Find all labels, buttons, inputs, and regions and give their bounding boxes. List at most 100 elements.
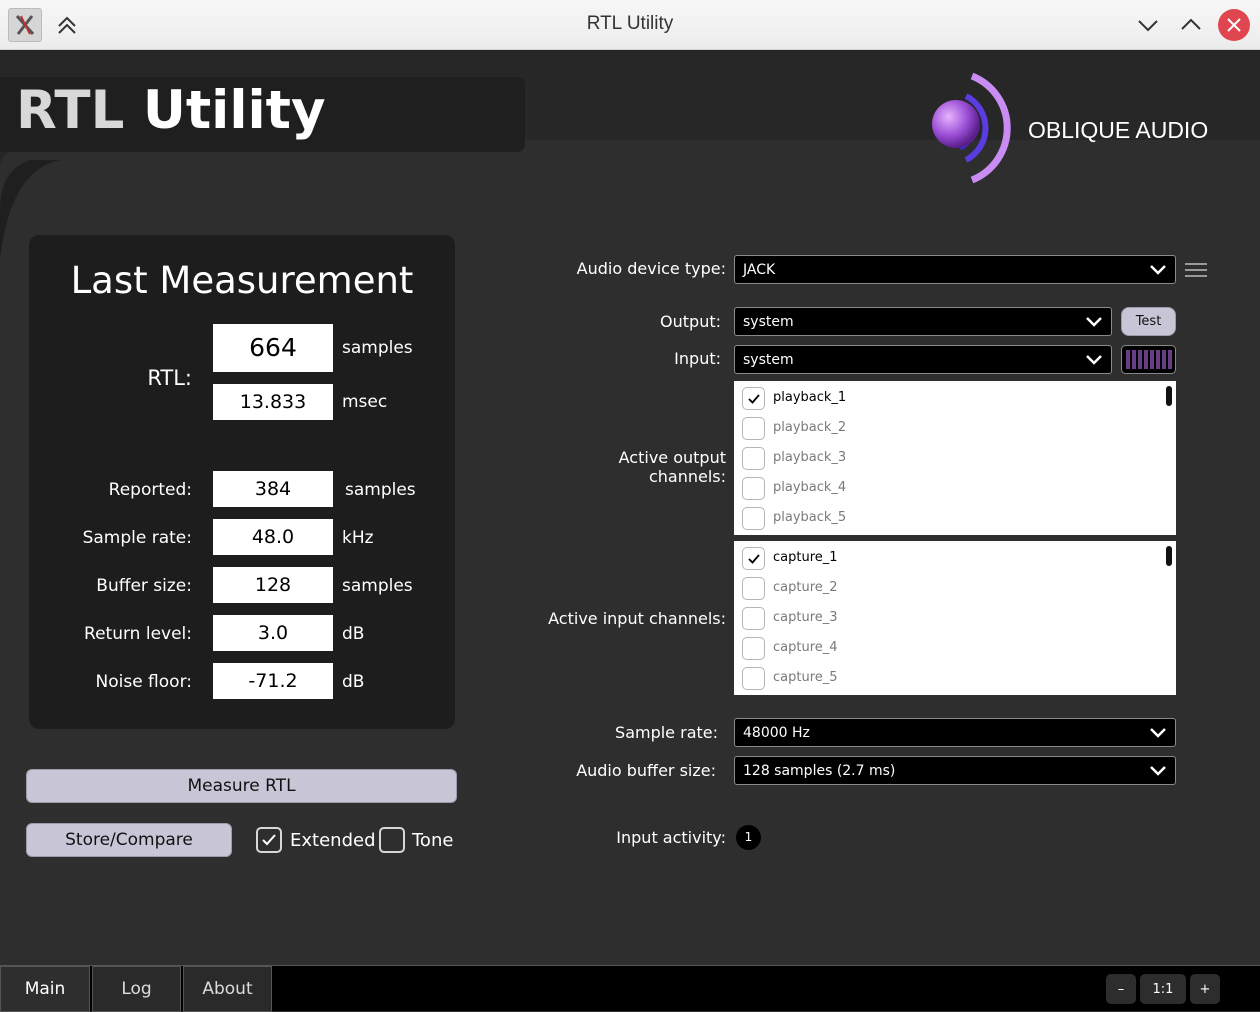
tab-about[interactable]: About bbox=[183, 966, 272, 1012]
close-button[interactable] bbox=[1218, 9, 1250, 41]
list-item[interactable]: capture_3 bbox=[734, 603, 1154, 633]
chevron-down-icon bbox=[1150, 765, 1166, 776]
menu-icon[interactable] bbox=[1185, 261, 1207, 279]
input-activity-label: Input activity: bbox=[616, 828, 726, 847]
oblique-audio-logo bbox=[932, 72, 1011, 184]
checkbox[interactable] bbox=[742, 607, 765, 630]
input-activity-indicator: 1 bbox=[736, 825, 761, 850]
tab-main[interactable]: Main bbox=[0, 966, 90, 1012]
title-bar: RTL Utility bbox=[0, 0, 1260, 50]
audio-device-type-value: JACK bbox=[743, 261, 776, 278]
channel-name: playback_5 bbox=[773, 510, 847, 525]
audio-buffer-size-value: 128 samples (2.7 ms) bbox=[743, 762, 896, 779]
checkmark-icon bbox=[262, 834, 276, 846]
input-select[interactable]: system bbox=[734, 345, 1112, 374]
app-title-part1: RTL bbox=[16, 80, 125, 141]
return-level-value: 3.0 bbox=[213, 615, 333, 651]
active-output-channels-label: Active output channels: bbox=[618, 448, 726, 486]
checkmark-icon bbox=[747, 393, 760, 404]
last-measurement-panel: Last Measurement RTL: 664 samples 13.833… bbox=[29, 235, 455, 729]
channel-name: capture_4 bbox=[773, 640, 838, 655]
reported-unit: samples bbox=[345, 480, 416, 500]
tab-bar: Main Log About – 1:1 + bbox=[0, 965, 1260, 1012]
measure-rtl-button[interactable]: Measure RTL bbox=[26, 769, 457, 803]
tone-label: Tone bbox=[412, 830, 454, 851]
noise-floor-value: -71.2 bbox=[213, 663, 333, 699]
sample-rate-select[interactable]: 48000 Hz bbox=[734, 718, 1176, 747]
channel-name: playback_4 bbox=[773, 480, 847, 495]
list-item[interactable]: playback_1 bbox=[734, 383, 1154, 413]
channel-name: capture_3 bbox=[773, 610, 838, 625]
noise-floor-unit: dB bbox=[342, 672, 365, 692]
list-item[interactable]: playback_5 bbox=[734, 503, 1154, 533]
channel-name: playback_1 bbox=[773, 390, 847, 405]
app-title-part2: Utility bbox=[142, 80, 326, 141]
output-label: Output: bbox=[660, 312, 721, 331]
checkmark-icon bbox=[747, 553, 760, 564]
chevron-down-icon bbox=[1150, 727, 1166, 738]
audio-buffer-size-select[interactable]: 128 samples (2.7 ms) bbox=[734, 756, 1176, 785]
zoom-out-button[interactable]: – bbox=[1106, 974, 1136, 1004]
store-compare-button[interactable]: Store/Compare bbox=[26, 823, 232, 857]
checkbox[interactable] bbox=[742, 417, 765, 440]
buffer-size-label: Buffer size: bbox=[96, 576, 192, 596]
zoom-reset-button[interactable]: 1:1 bbox=[1140, 974, 1186, 1004]
sample-rate-select-value: 48000 Hz bbox=[743, 724, 810, 741]
list-item[interactable]: playback_4 bbox=[734, 473, 1154, 503]
channel-name: capture_2 bbox=[773, 580, 838, 595]
list-item[interactable]: capture_1 bbox=[734, 543, 1154, 573]
checkbox[interactable] bbox=[742, 547, 765, 570]
checkbox[interactable] bbox=[742, 637, 765, 660]
list-item[interactable]: capture_2 bbox=[734, 573, 1154, 603]
list-item[interactable]: playback_3 bbox=[734, 443, 1154, 473]
rtl-samples-value: 664 bbox=[213, 324, 333, 372]
rtl-label: RTL: bbox=[147, 366, 192, 390]
checkbox[interactable] bbox=[742, 447, 765, 470]
input-level-meter bbox=[1121, 345, 1176, 374]
channel-name: capture_5 bbox=[773, 670, 838, 685]
chevron-down-icon bbox=[1086, 316, 1102, 327]
brand-name: OBLIQUE AUDIO bbox=[1028, 117, 1209, 143]
checkbox[interactable] bbox=[742, 577, 765, 600]
tab-log[interactable]: Log bbox=[92, 966, 181, 1012]
audio-device-type-label: Audio device type: bbox=[576, 259, 726, 278]
audio-device-type-select[interactable]: JACK bbox=[734, 255, 1176, 284]
chevron-down-icon bbox=[1150, 264, 1166, 275]
rtl-msec-value: 13.833 bbox=[213, 384, 333, 420]
checkbox[interactable] bbox=[742, 507, 765, 530]
window-title: RTL Utility bbox=[586, 13, 674, 34]
list-item[interactable]: capture_4 bbox=[734, 633, 1154, 663]
maximize-icon[interactable] bbox=[1174, 8, 1208, 42]
output-value: system bbox=[743, 313, 794, 330]
list-item[interactable]: playback_2 bbox=[734, 413, 1154, 443]
input-value: system bbox=[743, 351, 794, 368]
chevron-down-icon bbox=[1086, 354, 1102, 365]
scrollbar[interactable] bbox=[1166, 386, 1172, 406]
active-input-channels-label: Active input channels: bbox=[548, 609, 726, 628]
input-channels-list[interactable]: capture_1 capture_2 capture_3 capture_4 … bbox=[734, 541, 1176, 695]
zoom-in-button[interactable]: + bbox=[1190, 974, 1220, 1004]
test-button[interactable]: Test bbox=[1121, 307, 1176, 336]
sample-rate-select-label: Sample rate: bbox=[615, 723, 718, 742]
list-item[interactable]: capture_5 bbox=[734, 663, 1154, 693]
extended-checkbox[interactable] bbox=[256, 827, 282, 853]
checkbox[interactable] bbox=[742, 477, 765, 500]
tone-checkbox[interactable] bbox=[379, 827, 405, 853]
scrollbar[interactable] bbox=[1166, 546, 1172, 566]
channel-name: playback_3 bbox=[773, 450, 847, 465]
buffer-size-value: 128 bbox=[213, 567, 333, 603]
output-select[interactable]: system bbox=[734, 307, 1112, 336]
extended-label: Extended bbox=[290, 830, 376, 851]
checkbox[interactable] bbox=[742, 667, 765, 690]
app-title: RTL Utility bbox=[16, 80, 326, 141]
input-label: Input: bbox=[674, 349, 721, 368]
main-content: RTL Utility OBLIQUE AUDIO Last Measureme… bbox=[0, 50, 1260, 965]
sample-rate-value: 48.0 bbox=[213, 519, 333, 555]
panel-title: Last Measurement bbox=[70, 259, 414, 302]
checkbox[interactable] bbox=[742, 387, 765, 410]
minimize-icon[interactable] bbox=[1131, 8, 1165, 42]
channel-name: capture_1 bbox=[773, 550, 838, 565]
output-channels-list[interactable]: playback_1 playback_2 playback_3 playbac… bbox=[734, 381, 1176, 535]
reported-value: 384 bbox=[213, 471, 333, 507]
return-level-label: Return level: bbox=[84, 624, 192, 644]
